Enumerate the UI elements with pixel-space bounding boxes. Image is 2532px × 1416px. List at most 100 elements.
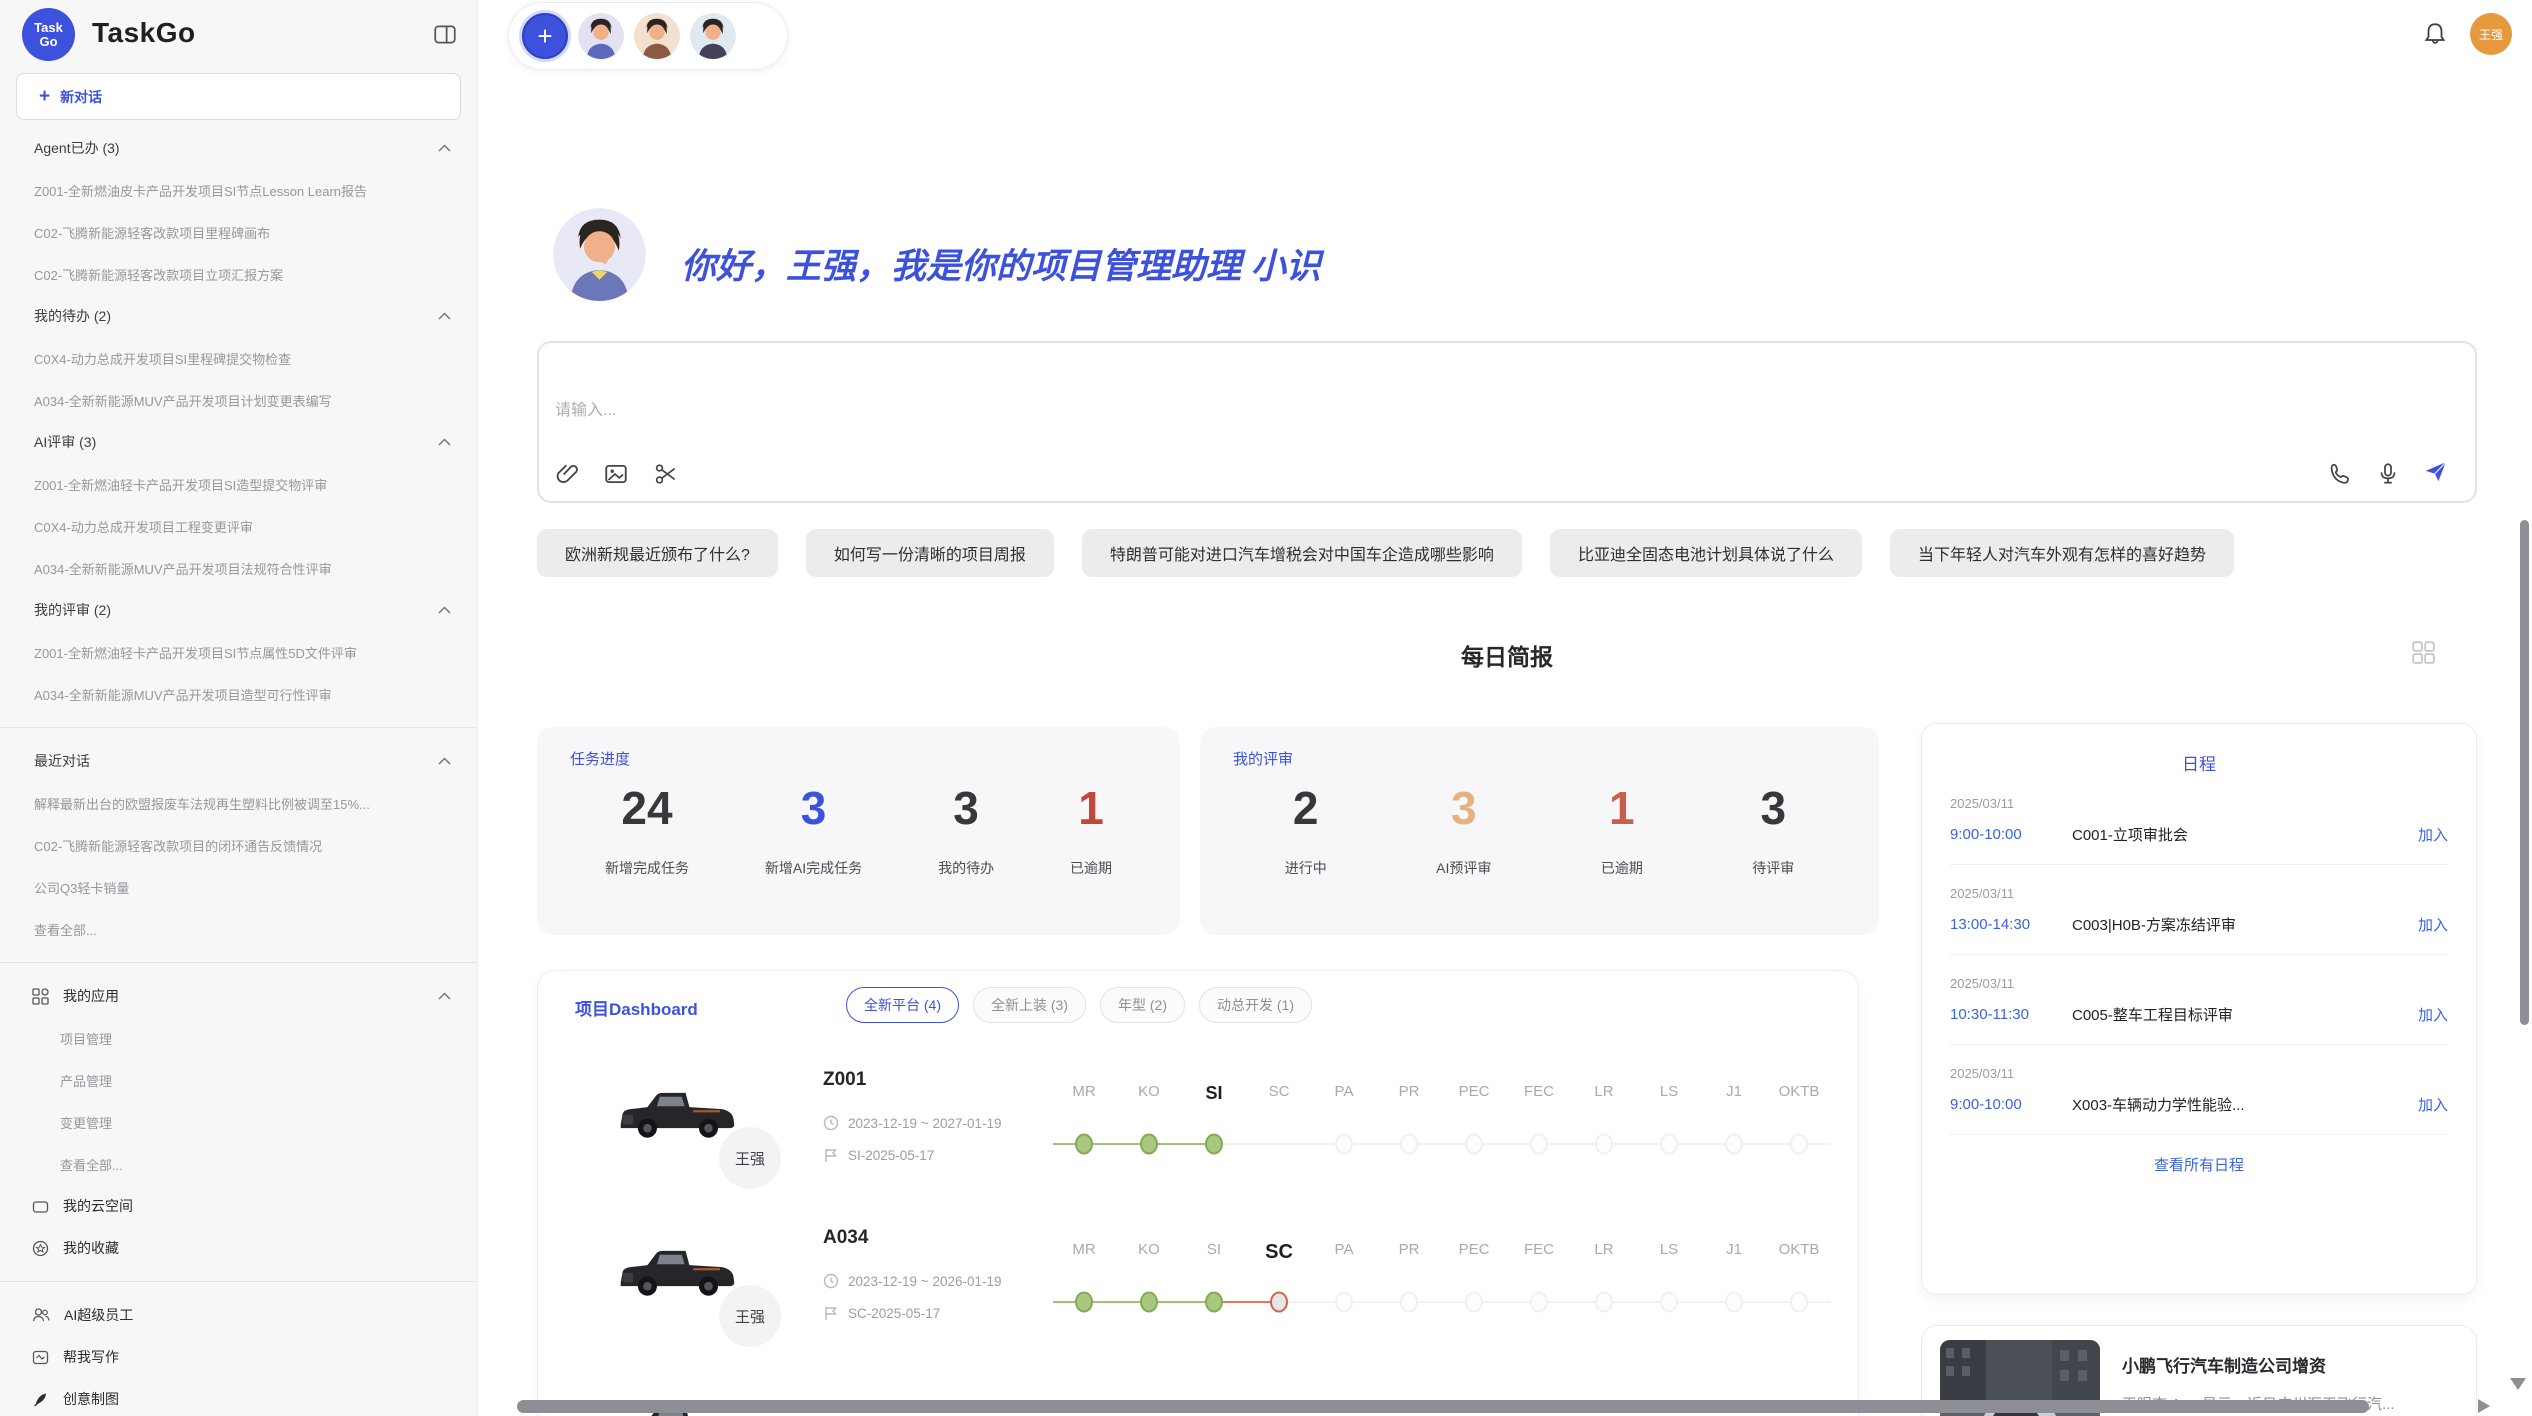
view-all-schedule-link[interactable]: 查看所有日程 [1922, 1135, 2476, 1194]
phone-call-icon[interactable] [2327, 461, 2353, 487]
milestone-label: KO [1138, 1083, 1160, 1100]
avatar[interactable] [690, 13, 736, 59]
tab-year-model[interactable]: 年型 (2) [1100, 987, 1185, 1023]
owner-badge: 王强 [719, 1127, 781, 1189]
list-item[interactable]: C02-飞腾新能源轻客改款项目的闭环通告反馈情况 [0, 824, 477, 866]
milestone-label: PEC [1459, 1083, 1490, 1100]
suggestion-chip[interactable]: 特朗普可能对进口汽车增税会对中国车企造成哪些影响 [1082, 529, 1522, 577]
metric-ai-prereview: 3 AI预评审 [1436, 785, 1491, 878]
dashboard-title: 项目Dashboard [575, 995, 698, 1020]
suggestion-chip[interactable]: 当下年轻人对汽车外观有怎样的喜好趋势 [1890, 529, 2234, 577]
chevron-up-icon[interactable] [438, 992, 451, 1000]
clock-icon [823, 1273, 839, 1289]
sidebar-item-project-mgmt[interactable]: 项目管理 [0, 1017, 477, 1059]
list-item[interactable]: A034-全新新能源MUV产品开发项目法规符合性评审 [0, 547, 477, 589]
list-item[interactable]: Z001-全新燃油轻卡产品开发项目SI节点属性5D文件评审 [0, 631, 477, 673]
metric-in-progress: 2 进行中 [1285, 785, 1327, 878]
chevron-up-icon[interactable] [438, 757, 451, 765]
sidebar-item-creative-draw[interactable]: 创意制图 [0, 1378, 477, 1416]
suggestion-chip[interactable]: 比亚迪全固态电池计划具体说了什么 [1550, 529, 1862, 577]
join-link[interactable]: 加入 [2418, 824, 2448, 845]
join-link[interactable]: 加入 [2418, 914, 2448, 935]
avatar[interactable] [578, 13, 624, 59]
task-progress-card: 任务进度 24 新增完成任务 3 新增AI完成任务 3 我的待办 1 已逾期 [537, 727, 1180, 935]
list-item[interactable]: Z001-全新燃油皮卡产品开发项目SI节点Lesson Learn报告 [0, 169, 477, 211]
add-agent-button[interactable]: + [522, 13, 568, 59]
logo-line1: Task [34, 21, 63, 35]
sidebar-item-help-me-write[interactable]: 帮我写作 [0, 1336, 477, 1378]
scissors-icon[interactable] [653, 461, 679, 487]
notification-bell-icon[interactable] [2422, 21, 2448, 47]
chevron-up-icon[interactable] [438, 606, 451, 614]
chevron-up-icon[interactable] [438, 438, 451, 446]
tab-new-body[interactable]: 全新上装 (3) [973, 987, 1086, 1023]
milestone-label: PR [1399, 1083, 1420, 1100]
scroll-right-arrow[interactable] [2478, 1399, 2490, 1413]
project-code[interactable]: Z001 [823, 1069, 866, 1091]
schedule-time: 9:00-10:00 [1950, 826, 2072, 843]
chat-input[interactable] [553, 401, 1457, 421]
milestone-dot-todo [1725, 1134, 1743, 1155]
milestone-dot-todo [1400, 1292, 1418, 1313]
user-name: 王强 [2479, 26, 2503, 43]
view-all-link[interactable]: 查看全部... [0, 1143, 477, 1185]
vertical-scrollbar-thumb[interactable] [2520, 520, 2529, 1025]
milestone-label: LS [1660, 1083, 1678, 1100]
milestone-label-current: SI [1205, 1083, 1222, 1104]
sidebar-item-favorites[interactable]: 我的收藏 [0, 1227, 477, 1269]
list-item[interactable]: C02-飞腾新能源轻客改款项目立项汇报方案 [0, 253, 477, 295]
suggestion-chip[interactable]: 如何写一份清晰的项目周报 [806, 529, 1054, 577]
schedule-panel: 日程 2025/03/11 9:00-10:00 C001-立项审批会 加入 2… [1921, 723, 2477, 1295]
microphone-icon[interactable] [2375, 461, 2401, 487]
milestone-timeline: MR KO SI SC PA PR PEC FEC LR LS J1 OKTB [1051, 1241, 1837, 1331]
list-item[interactable]: A034-全新新能源MUV产品开发项目计划变更表编写 [0, 379, 477, 421]
sidebar-item-my-apps[interactable]: 我的应用 [0, 975, 477, 1017]
milestone-dot-todo [1530, 1134, 1548, 1155]
tab-new-platform[interactable]: 全新平台 (4) [846, 987, 959, 1023]
project-code[interactable]: A034 [823, 1227, 868, 1249]
list-item[interactable]: Z001-全新燃油轻卡产品开发项目SI造型提交物评审 [0, 463, 477, 505]
sidebar-collapse-icon[interactable] [432, 22, 458, 48]
layout-grid-icon[interactable] [2410, 639, 2436, 665]
image-icon[interactable] [603, 461, 629, 487]
list-item[interactable]: C02-飞腾新能源轻客改款项目里程碑画布 [0, 211, 477, 253]
horizontal-scrollbar-thumb[interactable] [517, 1400, 2369, 1413]
view-all-link[interactable]: 查看全部... [0, 908, 477, 950]
list-item[interactable]: 公司Q3轻卡销量 [0, 866, 477, 908]
flag-icon [823, 1147, 839, 1163]
sidebar-item-product-mgmt[interactable]: 产品管理 [0, 1059, 477, 1101]
scroll-down-arrow[interactable] [2510, 1378, 2526, 1390]
section-header-ai-review: AI评审 (3) [0, 421, 477, 463]
attachment-icon[interactable] [555, 461, 581, 487]
divider [0, 1281, 477, 1282]
join-link[interactable]: 加入 [2418, 1004, 2448, 1025]
new-chat-button[interactable]: + 新对话 [16, 73, 461, 120]
milestone-label: PEC [1459, 1241, 1490, 1258]
project-dates: 2023-12-19 ~ 2026-01-19 [823, 1273, 1002, 1289]
list-item[interactable]: 解释最新出台的欧盟报废车法规再生塑料比例被调至15%... [0, 782, 477, 824]
list-item[interactable]: C0X4-动力总成开发项目SI里程碑提交物检查 [0, 337, 477, 379]
milestone-dot-todo [1660, 1292, 1678, 1313]
star-badge-icon [32, 1240, 49, 1257]
sidebar-item-cloud-space[interactable]: 我的云空间 [0, 1185, 477, 1227]
chevron-up-icon[interactable] [438, 144, 451, 152]
chevron-up-icon[interactable] [438, 312, 451, 320]
sidebar-item-ai-super-staff[interactable]: AI超级员工 [0, 1294, 477, 1336]
join-link[interactable]: 加入 [2418, 1094, 2448, 1115]
send-icon[interactable] [2423, 459, 2449, 485]
owner-badge: 王强 [719, 1285, 781, 1347]
milestone-label: FEC [1524, 1241, 1554, 1258]
project-milestone-date: SI-2025-05-17 [823, 1147, 934, 1163]
user-avatar[interactable]: 王强 [2470, 13, 2512, 55]
suggestion-chip[interactable]: 欧洲新规最近颁布了什么? [537, 529, 778, 577]
list-item[interactable]: A034-全新新能源MUV产品开发项目造型可行性评审 [0, 673, 477, 715]
metrics-row: 24 新增完成任务 3 新增AI完成任务 3 我的待办 1 已逾期 [537, 785, 1180, 878]
project-dates: 2023-12-19 ~ 2027-01-19 [823, 1115, 1002, 1131]
milestone-dot-done [1205, 1134, 1223, 1155]
list-item[interactable]: C0X4-动力总成开发项目工程变更评审 [0, 505, 477, 547]
avatar[interactable] [634, 13, 680, 59]
milestone-label-current: SC [1265, 1241, 1293, 1264]
sidebar-item-change-mgmt[interactable]: 变更管理 [0, 1101, 477, 1143]
apps-grid-icon [32, 988, 49, 1005]
tab-powertrain[interactable]: 动总开发 (1) [1199, 987, 1312, 1023]
